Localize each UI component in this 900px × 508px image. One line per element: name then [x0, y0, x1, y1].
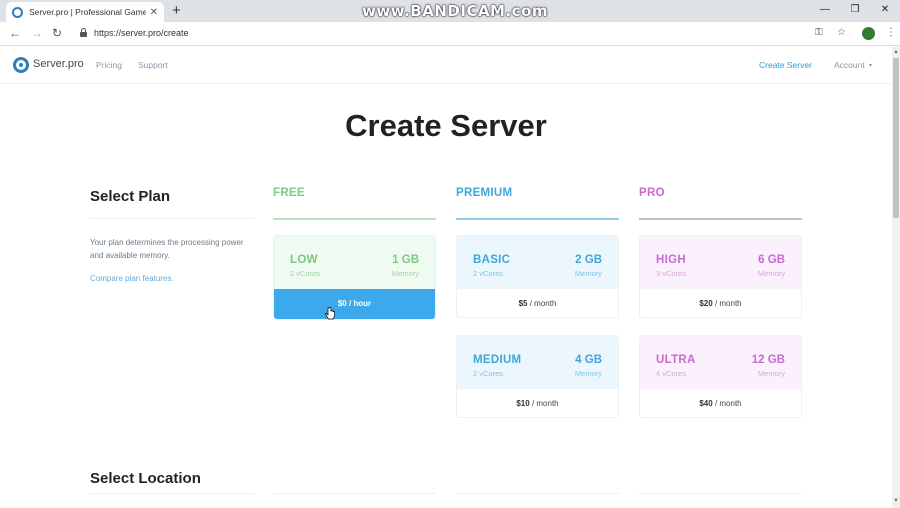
nav-pricing[interactable]: Pricing	[96, 60, 122, 70]
plan-card-header: BASIC 2 GB 2 vCores Memory	[457, 236, 618, 289]
forward-arrow-icon[interactable]: →	[31, 26, 43, 40]
select-plan-heading: Select Plan	[90, 188, 171, 205]
plan-card-header: MEDIUM 4 GB 2 vCores Memory	[457, 336, 618, 389]
plan-card-high[interactable]: HIGH 6 GB 3 vCores Memory $20 / month	[639, 235, 802, 318]
reload-icon[interactable]: ↻	[52, 26, 62, 40]
tab-title: Server.pro | Professional Game S	[29, 7, 146, 17]
price-unit: / month	[527, 299, 557, 308]
plan-memory-label: Memory	[574, 269, 602, 278]
star-icon[interactable]: ☆	[837, 27, 846, 38]
nav-create-server[interactable]: Create Server	[759, 60, 812, 70]
plan-price[interactable]: $20 / month	[640, 289, 801, 317]
plan-memory-label: Memory	[757, 269, 785, 278]
browser-tabbar: Server.pro | Professional Game S ✕ + www…	[0, 0, 900, 22]
nav-account[interactable]: Account	[834, 60, 865, 70]
price-amount: $40	[699, 399, 713, 408]
compare-plan-features-link[interactable]: Compare plan features.	[90, 274, 174, 283]
plan-name: HIGH	[656, 254, 686, 266]
logo-icon[interactable]	[13, 57, 29, 73]
plan-card-header: ULTRA 12 GB 4 vCores Memory	[640, 336, 801, 389]
divider	[273, 493, 436, 494]
window-close-button[interactable]: ✕	[870, 0, 900, 22]
plan-cores: 3 vCores	[656, 269, 687, 278]
column-premium-title: PREMIUM	[456, 187, 513, 199]
plan-name: MEDIUM	[473, 354, 522, 366]
new-tab-button[interactable]: +	[172, 2, 181, 20]
minimize-button[interactable]: —	[810, 0, 840, 22]
logo-text[interactable]: Server.pro	[33, 58, 84, 70]
url-field[interactable]: https://server.pro/create	[94, 28, 189, 38]
plan-price[interactable]: $10 / month	[457, 389, 618, 417]
site-header: Server.pro Pricing Support Create Server…	[0, 47, 892, 84]
site-favicon-icon	[12, 6, 23, 18]
divider	[639, 218, 802, 220]
plan-memory: 4 GB	[575, 354, 602, 366]
divider	[456, 493, 619, 494]
price-unit: / month	[712, 299, 742, 308]
address-bar: ← → ↻ https://server.pro/create ⚿ ☆ ⋮	[0, 22, 900, 46]
price-unit: / month	[712, 399, 742, 408]
price-unit: / month	[529, 399, 559, 408]
column-free-title: FREE	[273, 187, 305, 199]
plan-price[interactable]: $5 / month	[457, 289, 618, 317]
scrollbar-thumb[interactable]	[893, 58, 899, 218]
plan-memory-label: Memory	[757, 369, 785, 378]
plan-card-header: LOW 1 GB 2 vCores Memory	[274, 236, 435, 289]
menu-dots-icon[interactable]: ⋮	[886, 27, 896, 38]
back-arrow-icon[interactable]: ←	[9, 26, 21, 40]
browser-tab[interactable]: Server.pro | Professional Game S ✕	[6, 2, 164, 22]
divider	[90, 218, 255, 219]
plan-name: BASIC	[473, 254, 511, 266]
recording-watermark: www.BANDICAM.com	[362, 2, 549, 20]
plan-memory-label: Memory	[574, 369, 602, 378]
plan-name: LOW	[290, 254, 318, 266]
plan-cores: 4 vCores	[656, 369, 687, 378]
hand-cursor-icon	[325, 307, 335, 320]
scroll-down-icon[interactable]: ▼	[893, 498, 899, 504]
plan-memory-label: Memory	[391, 269, 419, 278]
plan-name: ULTRA	[656, 354, 696, 366]
select-location-heading: Select Location	[90, 470, 201, 487]
plan-memory: 12 GB	[751, 354, 785, 366]
plan-card-ultra[interactable]: ULTRA 12 GB 4 vCores Memory $40 / month	[639, 335, 802, 418]
key-icon[interactable]: ⚿	[815, 27, 823, 38]
plan-card-basic[interactable]: BASIC 2 GB 2 vCores Memory $5 / month	[456, 235, 619, 318]
plan-memory: 1 GB	[392, 254, 419, 266]
plan-cores: 2 vCores	[473, 269, 504, 278]
profile-avatar[interactable]	[862, 27, 875, 40]
plan-price[interactable]: $40 / month	[640, 389, 801, 417]
price-amount: $5	[518, 299, 528, 308]
plan-card-medium[interactable]: MEDIUM 4 GB 2 vCores Memory $10 / month	[456, 335, 619, 418]
tab-close-icon[interactable]: ✕	[150, 7, 158, 18]
divider	[90, 493, 255, 494]
lock-icon	[80, 28, 87, 37]
divider	[639, 493, 802, 494]
price-amount: $20	[699, 299, 713, 308]
plan-cores: 2 vCores	[473, 369, 504, 378]
plan-cores: 2 vCores	[290, 269, 321, 278]
scroll-up-icon[interactable]: ▲	[893, 49, 899, 55]
plan-price-button[interactable]: $0 / hour	[274, 289, 435, 319]
window-controls: — ❐ ✕	[810, 0, 900, 22]
divider	[273, 218, 436, 220]
page-title: Create Server	[345, 108, 547, 143]
plan-card-low[interactable]: LOW 1 GB 2 vCores Memory $0 / hour	[273, 235, 436, 320]
chevron-down-icon[interactable]: ▾	[869, 62, 872, 69]
restore-button[interactable]: ❐	[840, 0, 870, 22]
divider	[456, 218, 619, 220]
plan-description: Your plan determines the processing powe…	[90, 238, 244, 260]
price-amount: $10	[516, 399, 530, 408]
plan-memory: 6 GB	[758, 254, 785, 266]
column-pro-title: PRO	[639, 187, 665, 199]
nav-support[interactable]: Support	[138, 60, 168, 70]
plan-memory: 2 GB	[575, 254, 602, 266]
plan-card-header: HIGH 6 GB 3 vCores Memory	[640, 236, 801, 289]
